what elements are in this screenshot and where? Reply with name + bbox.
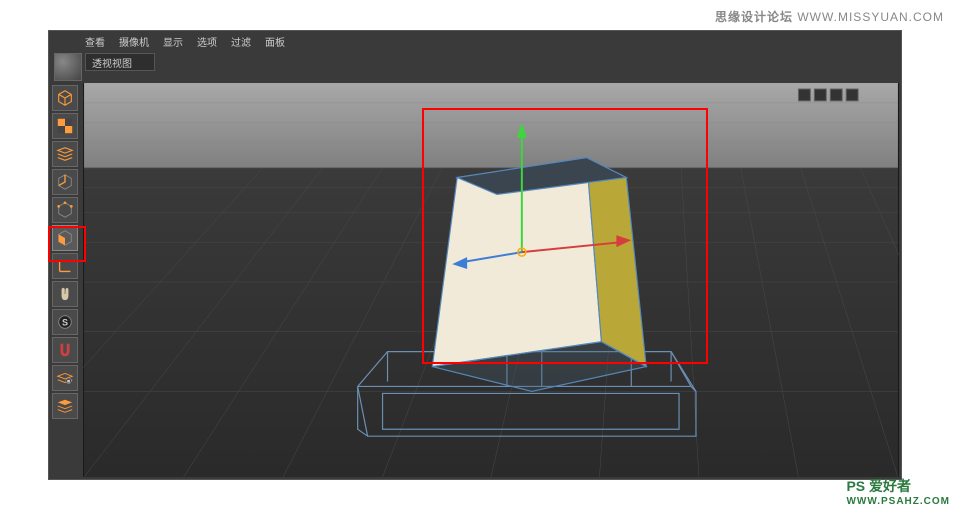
watermark-top: 思缘设计论坛 WWW.MISSYUAN.COM bbox=[715, 8, 944, 25]
svg-text:S: S bbox=[62, 318, 68, 328]
layer-icon bbox=[56, 397, 74, 415]
watermark-bottom-url: WWW.PSAHZ.COM bbox=[846, 496, 950, 507]
axis-tool[interactable] bbox=[52, 253, 78, 279]
viewport-axis-gizmo[interactable] bbox=[54, 53, 82, 81]
edge-icon bbox=[56, 173, 74, 191]
layer-tool[interactable] bbox=[52, 393, 78, 419]
polygon-tool[interactable] bbox=[52, 225, 78, 251]
viewport-title-text: 透视视图 bbox=[92, 55, 132, 70]
checker-icon bbox=[56, 117, 74, 135]
axis-icon bbox=[56, 257, 74, 275]
point-tool[interactable] bbox=[52, 197, 78, 223]
watermark-top-url: WWW.MISSYUAN.COM bbox=[797, 10, 944, 24]
menubar: 查看 摄像机 显示 选项 过滤 面板 bbox=[49, 31, 901, 51]
tweak-tool[interactable] bbox=[52, 281, 78, 307]
menu-options[interactable]: 选项 bbox=[197, 34, 217, 49]
magnet-tool[interactable] bbox=[52, 337, 78, 363]
mode-toolbar: S bbox=[49, 83, 81, 419]
viewport-title: 透视视图 bbox=[85, 53, 155, 71]
polygon-icon bbox=[56, 229, 74, 247]
watermark-bottom: PS 爱好者 WWW.PSAHZ.COM bbox=[846, 476, 950, 507]
model-tool[interactable] bbox=[52, 85, 78, 111]
watermark-bottom-main: PS 爱好者 bbox=[846, 478, 911, 494]
snap-tool[interactable]: S bbox=[52, 309, 78, 335]
menu-display[interactable]: 显示 bbox=[163, 34, 183, 49]
menu-camera[interactable]: 摄像机 bbox=[119, 34, 149, 49]
point-icon bbox=[56, 201, 74, 219]
lock-icon bbox=[56, 369, 74, 387]
snap-icon: S bbox=[56, 313, 74, 331]
menu-filter[interactable]: 过滤 bbox=[231, 34, 251, 49]
menu-view[interactable]: 查看 bbox=[85, 34, 105, 49]
hand-icon bbox=[56, 285, 74, 303]
workplane-tool[interactable] bbox=[52, 141, 78, 167]
menu-panel[interactable]: 面板 bbox=[265, 34, 285, 49]
app-window: 查看 摄像机 显示 选项 过滤 面板 透视视图 bbox=[48, 30, 902, 480]
stack-icon bbox=[56, 145, 74, 163]
selected-prism bbox=[432, 158, 646, 392]
viewport-3d[interactable] bbox=[83, 83, 899, 477]
magnet-icon bbox=[56, 341, 74, 359]
edge-tool[interactable] bbox=[52, 169, 78, 195]
viewport-scene bbox=[83, 83, 899, 477]
watermark-top-cn: 思缘设计论坛 bbox=[715, 10, 793, 24]
lock-tool[interactable] bbox=[52, 365, 78, 391]
texture-tool[interactable] bbox=[52, 113, 78, 139]
cube-icon bbox=[56, 89, 74, 107]
